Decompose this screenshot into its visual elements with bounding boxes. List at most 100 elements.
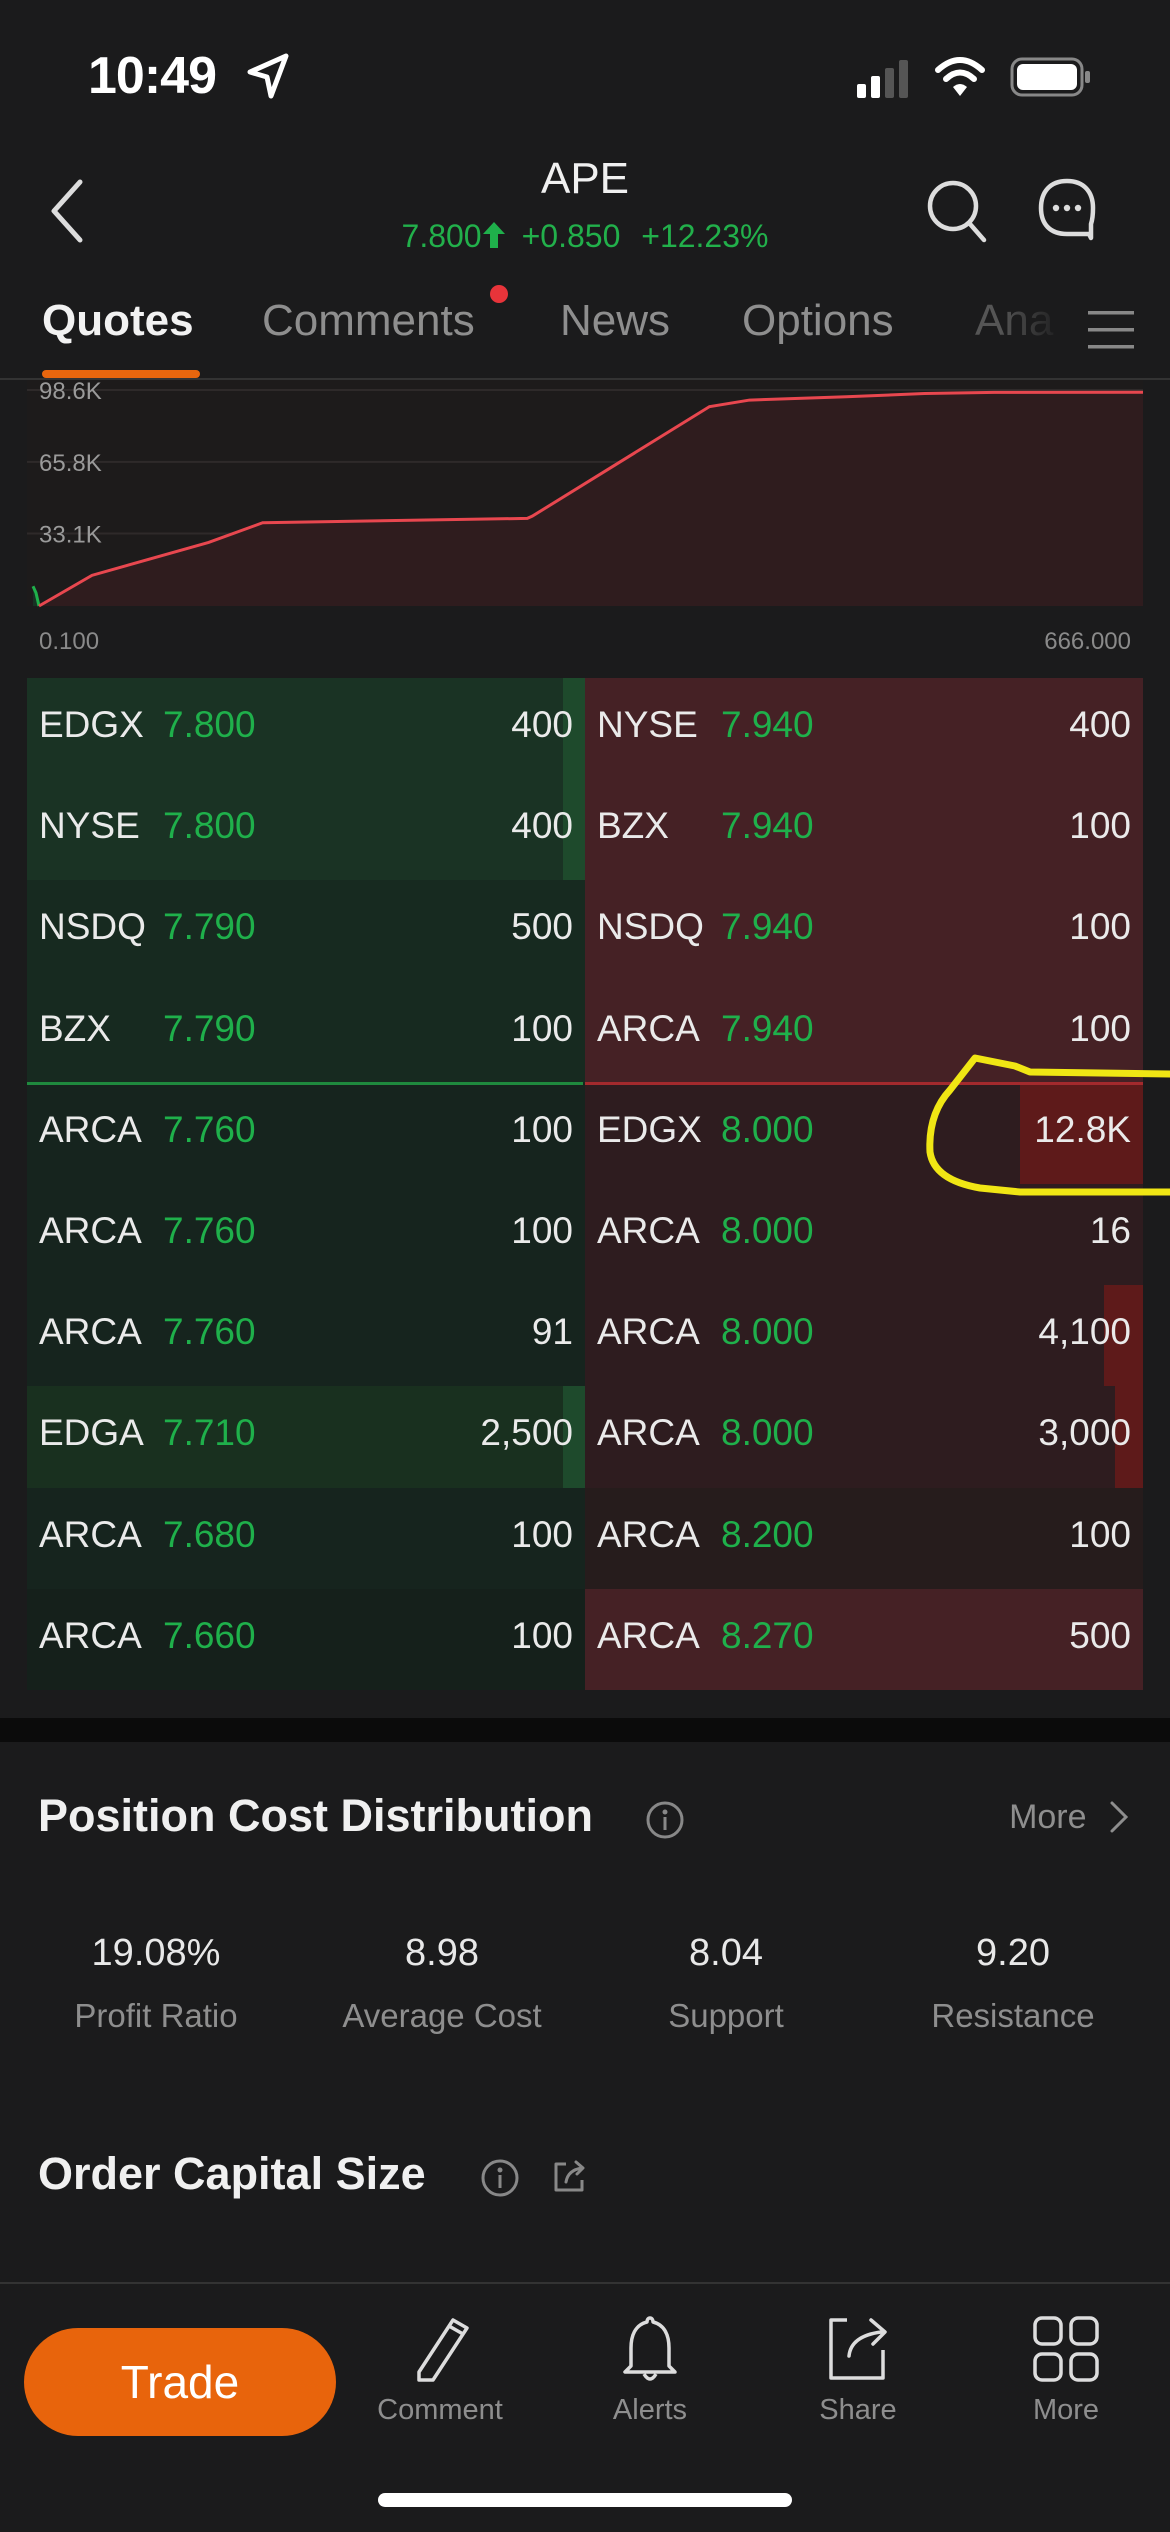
bid-row[interactable]: ARCA 7.760 91 (27, 1285, 585, 1387)
ask-side: NYSE 7.940 400 BZX 7.940 100 NSDQ 7.940 100 ARCA 7… (585, 678, 1143, 1690)
bid-row[interactable]: NSDQ 7.790 500 (27, 880, 585, 982)
ask-row[interactable]: NSDQ 7.940 100 (585, 880, 1143, 982)
search-icon[interactable] (924, 176, 990, 246)
tab-options[interactable]: Options (742, 296, 894, 346)
order-price: 8.000 (721, 1311, 814, 1353)
order-size: 100 (1069, 805, 1131, 847)
tab-news[interactable]: News (560, 296, 670, 346)
ask-row[interactable]: ARCA 8.000 4,100 (585, 1285, 1143, 1387)
bid-side: EDGX 7.800 400 NYSE 7.800 400 NSDQ 7.790 500 BZX 7… (27, 678, 585, 1690)
order-size: 400 (511, 704, 573, 745)
order-price: 7.680 (163, 1513, 256, 1555)
order-price: 7.800 (163, 704, 256, 745)
info-icon[interactable] (480, 2158, 520, 2198)
home-indicator (378, 2493, 792, 2507)
order-size: 2,500 (480, 1412, 573, 1454)
stock-quote: 7.800 +0.850 +12.23% (0, 218, 1170, 255)
order-price: 7.800 (163, 805, 256, 847)
bid-row[interactable]: ARCA 7.680 100 (27, 1487, 585, 1589)
bid-row[interactable]: BZX 7.790 100 (27, 981, 585, 1083)
order-size: 500 (1069, 1614, 1131, 1656)
bid-row[interactable]: NYSE 7.800 400 (27, 779, 585, 881)
status-time: 10:49 (88, 47, 217, 105)
order-size: 91 (531, 1311, 573, 1353)
order-price: 8.200 (721, 1513, 814, 1555)
bid-row[interactable]: EDGA 7.710 2,500 (27, 1386, 585, 1488)
bell-icon (623, 2316, 677, 2381)
exchange-name: EDGX (597, 1108, 702, 1150)
x-tick-label-min: 0.100 (39, 628, 100, 655)
exchange-name: NSDQ (597, 906, 704, 948)
export-icon[interactable] (550, 2156, 590, 2196)
active-tab-indicator (42, 370, 200, 378)
order-price: 7.940 (721, 704, 814, 745)
info-icon[interactable] (645, 1800, 685, 1840)
order-size: 100 (511, 1513, 573, 1555)
exchange-name: NSDQ (39, 906, 146, 948)
tab-bar: Quotes Comments News Options Ana (0, 290, 1170, 380)
order-price: 7.760 (163, 1311, 256, 1353)
order-size: 4,100 (1038, 1311, 1131, 1353)
ask-row[interactable]: ARCA 8.200 100 (585, 1487, 1143, 1589)
comment-button[interactable]: Comment (360, 2314, 520, 2427)
order-size: 100 (511, 1007, 573, 1049)
order-size: 3,000 (1038, 1412, 1131, 1454)
stock-symbol: APE (540, 154, 630, 203)
position-cost-more-link[interactable]: More (1009, 1798, 1130, 1837)
bid-row[interactable]: ARCA 7.660 100 (27, 1588, 585, 1690)
chat-bubble-icon[interactable] (1036, 176, 1098, 244)
exchange-name: ARCA (39, 1311, 142, 1353)
arrow-up-icon (482, 222, 505, 248)
exchange-name: ARCA (39, 1209, 142, 1251)
order-size: 100 (511, 1108, 573, 1150)
bid-row[interactable]: ARCA 7.760 100 (27, 1183, 585, 1286)
alerts-label: Alerts (612, 2394, 688, 2426)
tab-quotes[interactable]: Quotes (42, 296, 194, 346)
more-label: More (1009, 1798, 1087, 1836)
ask-row[interactable]: ARCA 8.000 16 (585, 1183, 1143, 1286)
stat-average-cost: 8.98 Average Cost (299, 1932, 585, 2035)
exchange-name: BZX (39, 1007, 111, 1049)
wifi-icon (935, 57, 985, 96)
share-label: Share (819, 2394, 897, 2426)
exchange-name: ARCA (39, 1108, 142, 1150)
price-change: +0.850 (521, 218, 621, 254)
stat-label: Support (668, 1997, 784, 2034)
ask-row[interactable]: EDGX 8.000 12.8K (585, 1082, 1143, 1184)
order-price: 8.000 (721, 1108, 814, 1150)
ask-row[interactable]: ARCA 8.270 500 (585, 1588, 1143, 1690)
stat-profit-ratio: 19.08% Profit Ratio (13, 1932, 299, 2035)
comment-label: Comment (377, 2394, 503, 2426)
exchange-name: EDGX (39, 704, 144, 745)
depth-chart-svg: 33.1K 65.8K 98.6K (27, 380, 1144, 608)
price-change-percent: +12.23% (641, 218, 769, 254)
location-arrow-icon (247, 53, 289, 99)
ask-row[interactable]: ARCA 8.000 3,000 (585, 1386, 1143, 1488)
cellular-signal-icon (857, 60, 908, 98)
ask-row[interactable]: ARCA 7.940 100 (585, 981, 1143, 1083)
y-tick-label: 65.8K (39, 450, 102, 477)
exchange-name: ARCA (597, 1209, 700, 1251)
grid-icon (1033, 2316, 1099, 2382)
order-price: 7.760 (163, 1209, 256, 1251)
alerts-button[interactable]: Alerts (570, 2314, 730, 2427)
bid-row[interactable]: ARCA 7.760 100 (27, 1082, 585, 1184)
order-price: 7.760 (163, 1108, 256, 1150)
hamburger-menu-icon[interactable] (1086, 308, 1136, 352)
share-button[interactable]: Share (778, 2314, 938, 2427)
tab-comments[interactable]: Comments (262, 296, 475, 346)
exchange-name: NYSE (597, 704, 698, 745)
more-button[interactable]: More (986, 2314, 1146, 2427)
exchange-name: ARCA (597, 1311, 700, 1353)
chevron-right-icon (1110, 1801, 1129, 1833)
order-size: 16 (1089, 1209, 1131, 1251)
trade-button[interactable]: Trade (24, 2328, 336, 2436)
order-price: 7.940 (721, 1007, 814, 1049)
ask-row[interactable]: NYSE 7.940 400 (585, 678, 1143, 780)
last-price: 7.800 (401, 218, 482, 254)
order-price: 7.790 (163, 1007, 256, 1049)
ask-row[interactable]: BZX 7.940 100 (585, 779, 1143, 881)
bid-spread-divider (27, 1082, 583, 1085)
bid-row[interactable]: EDGX 7.800 400 (27, 678, 585, 780)
tab-analysis[interactable]: Ana (975, 296, 1053, 346)
